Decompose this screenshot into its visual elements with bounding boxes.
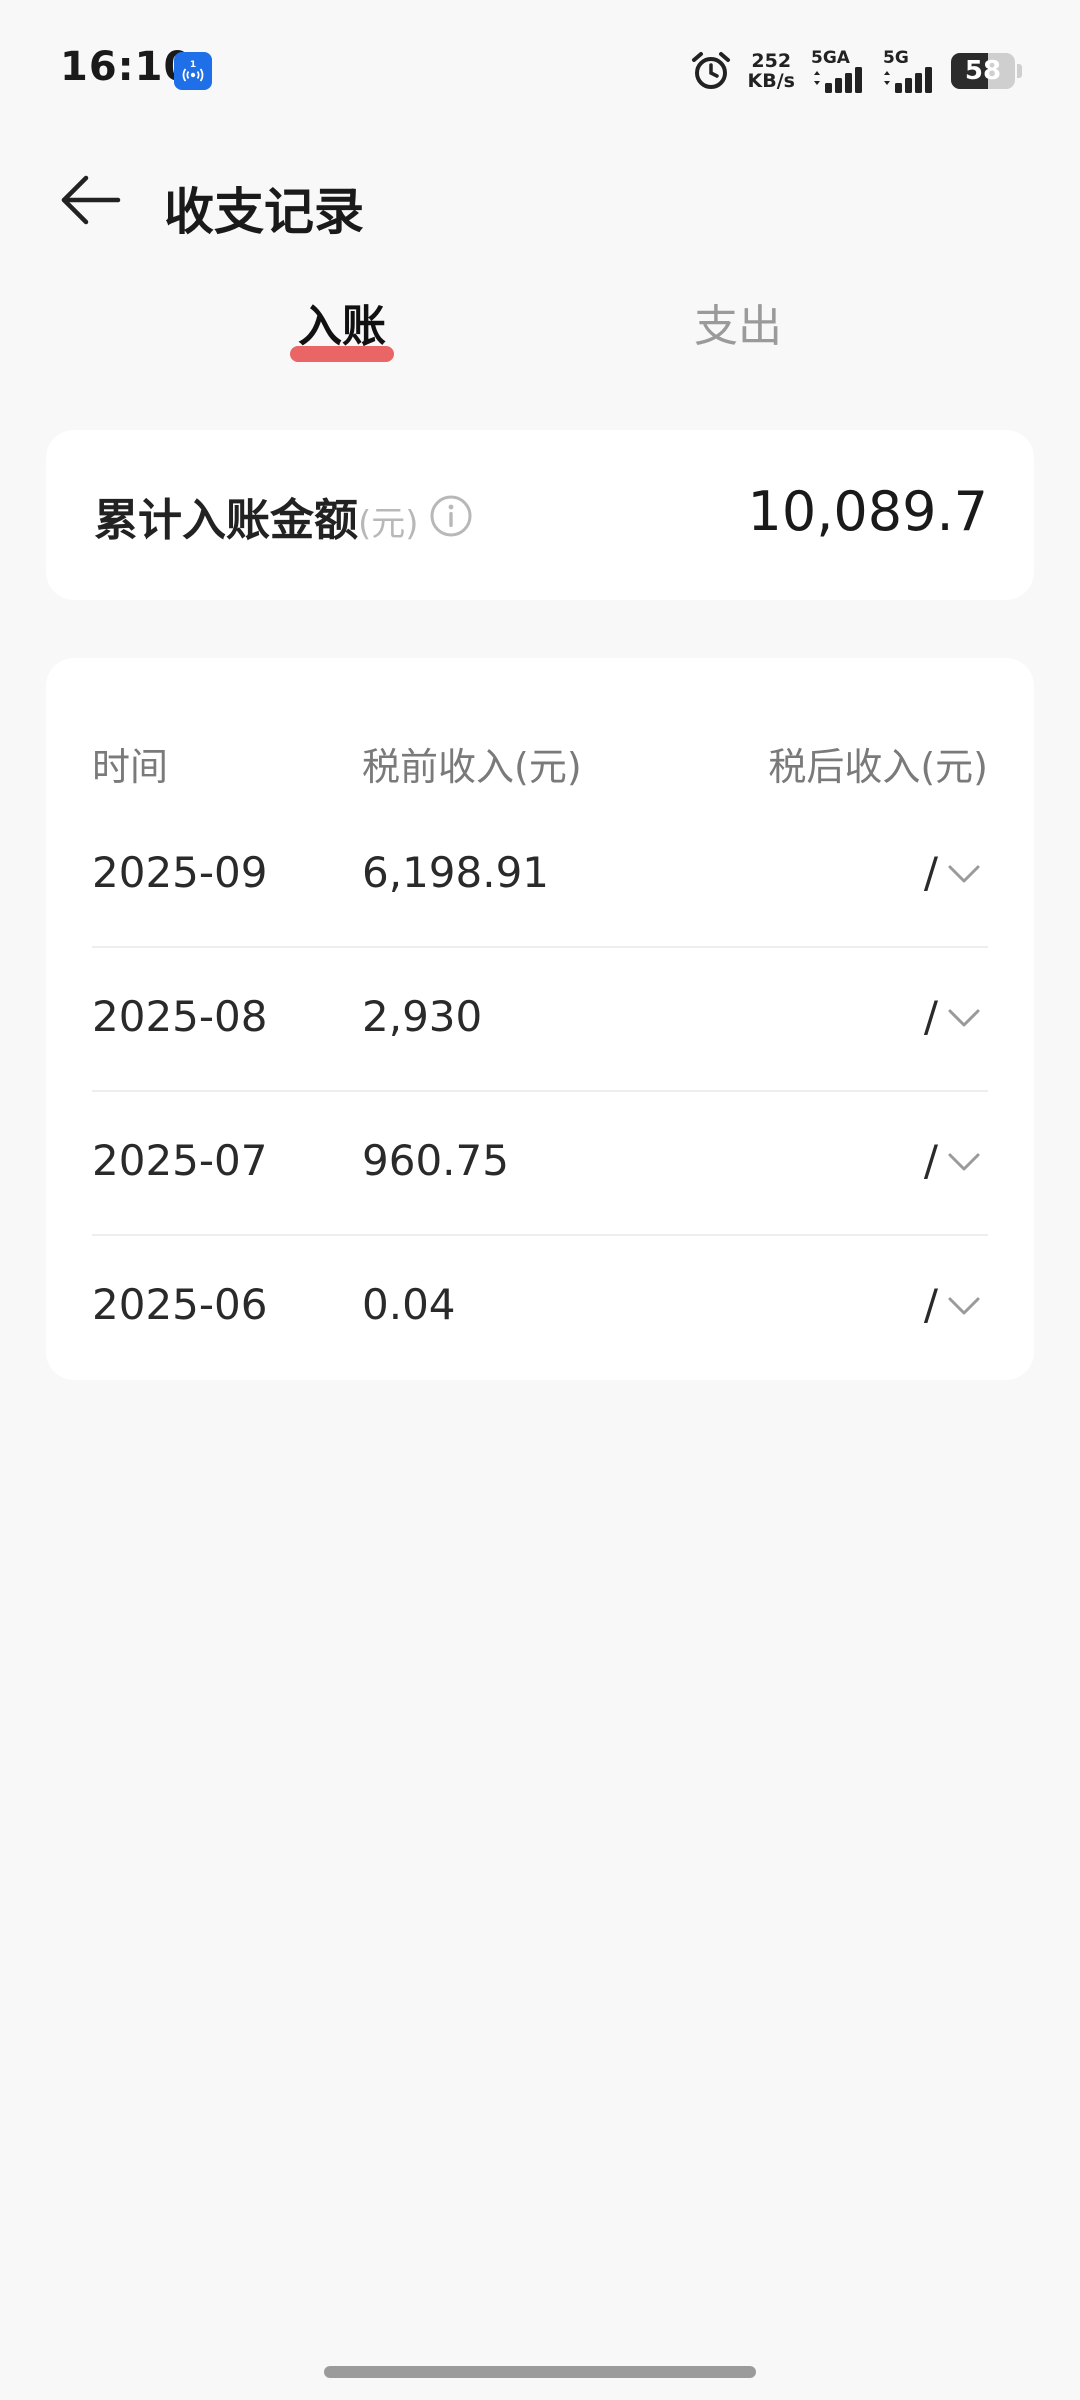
- svg-text:1: 1: [190, 60, 196, 70]
- arrow-left-icon: [61, 175, 121, 225]
- sim2-label: 5G: [883, 48, 909, 68]
- app-header: 收支记录: [0, 150, 1080, 250]
- row-pre-tax: 6,198.91: [362, 848, 550, 897]
- row-post-tax: /: [923, 992, 938, 1041]
- battery-level: 58: [964, 56, 1002, 86]
- status-bar: 16:10 1 252 KB/s 5GA 5G 58: [0, 0, 1080, 140]
- row-pre-tax: 2,930: [362, 992, 483, 1041]
- row-post-tax: /: [923, 848, 938, 897]
- row-post-tax: /: [923, 1136, 938, 1185]
- home-indicator[interactable]: [324, 2366, 756, 2378]
- battery-icon: 58: [951, 53, 1015, 89]
- income-table-card: 时间 税前收入(元) 税后收入(元) 2025-09 6,198.91 / 20…: [46, 658, 1034, 1380]
- chevron-down-icon[interactable]: [946, 1144, 982, 1180]
- row-pre-tax: 0.04: [362, 1280, 456, 1329]
- network-speed-unit: KB/s: [747, 70, 795, 92]
- chevron-down-icon[interactable]: [946, 1288, 982, 1324]
- signal-bars-icon: [814, 67, 862, 93]
- table-row[interactable]: 2025-08 2,930 /: [92, 948, 988, 1092]
- sim1-signal: 5GA: [811, 49, 867, 93]
- status-time: 16:10: [60, 44, 193, 90]
- tab-income[interactable]: 入账: [298, 290, 386, 354]
- row-date: 2025-06: [92, 1280, 268, 1329]
- total-income-amount: 10,089.7: [747, 480, 988, 543]
- battery-cap: [1017, 64, 1022, 78]
- status-indicators: 252 KB/s 5GA 5G 58: [690, 46, 1022, 96]
- column-header-pre-tax: 税前收入(元): [362, 745, 582, 789]
- tab-expense[interactable]: 支出: [694, 290, 782, 354]
- network-speed-value: 252: [751, 50, 792, 72]
- tab-bar: 入账 支出: [0, 290, 1080, 370]
- info-icon[interactable]: [429, 494, 473, 538]
- active-tab-indicator: [290, 346, 394, 362]
- page-title: 收支记录: [164, 183, 364, 241]
- total-income-label: 累计入账金额: [94, 495, 358, 546]
- column-header-time: 时间: [92, 745, 169, 789]
- network-speed: 252 KB/s: [748, 51, 795, 91]
- back-button[interactable]: [54, 168, 126, 232]
- table-row[interactable]: 2025-06 0.04 /: [92, 1236, 988, 1380]
- sim1-label: 5GA: [811, 48, 850, 68]
- row-date: 2025-09: [92, 848, 268, 897]
- chevron-down-icon[interactable]: [946, 1000, 982, 1036]
- table-row[interactable]: 2025-07 960.75 /: [92, 1092, 988, 1236]
- total-income-card: 累计入账金额 (元) 10,089.7: [46, 430, 1034, 600]
- row-pre-tax: 960.75: [362, 1136, 509, 1185]
- table-row[interactable]: 2025-09 6,198.91 /: [92, 804, 988, 948]
- chevron-down-icon[interactable]: [946, 856, 982, 892]
- row-date: 2025-07: [92, 1136, 268, 1185]
- row-date: 2025-08: [92, 992, 268, 1041]
- row-post-tax: /: [923, 1280, 938, 1329]
- sim2-signal: 5G: [883, 49, 935, 93]
- column-header-post-tax: 税后收入(元): [768, 745, 988, 789]
- hotspot-icon: 1: [174, 52, 212, 90]
- alarm-clock-icon: [691, 52, 730, 89]
- total-income-label-group: 累计入账金额 (元): [94, 484, 473, 548]
- signal-bars-icon: [884, 67, 932, 93]
- total-income-unit: (元): [358, 504, 419, 544]
